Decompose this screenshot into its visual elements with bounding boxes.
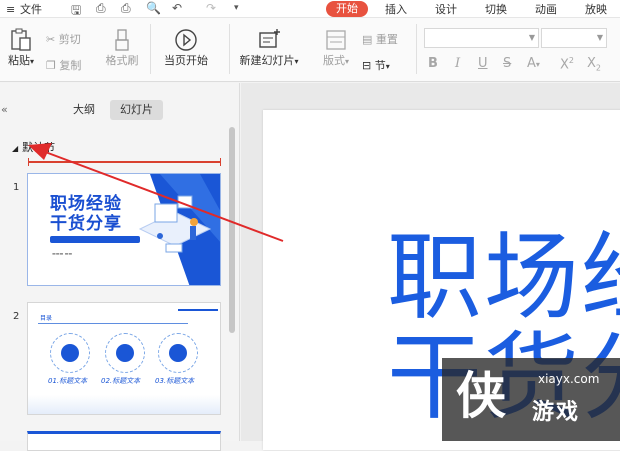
- file-menu-label: 文件: [20, 3, 42, 16]
- clipboard-icon: [11, 28, 31, 51]
- print-preview-icon[interactable]: 🔍: [146, 1, 161, 15]
- reset-label: 重置: [375, 33, 398, 46]
- file-menu[interactable]: ≡ 文件: [6, 1, 42, 17]
- bold-icon[interactable]: B: [428, 56, 438, 71]
- new-slide-icon: [259, 29, 280, 48]
- format-painter-label: 格式刷: [105, 54, 139, 67]
- play-from-current-button[interactable]: 当页开始: [158, 28, 214, 68]
- panel-scrollbar[interactable]: [229, 127, 235, 333]
- copy-icon: ❐: [46, 59, 56, 72]
- cut-label: 剪切: [58, 33, 81, 46]
- slide-thumbnail-3[interactable]: [27, 431, 221, 451]
- cut-button[interactable]: ✂ 剪切: [46, 31, 81, 47]
- slide-panel: « 大纲 幻灯片 ◢ 默认节 1 职场经验 干货分享 ▬▬▬ ▬▬ 2 目录 01.…: [0, 83, 240, 451]
- section-icon: ⊟: [362, 59, 372, 72]
- underline-icon[interactable]: U: [478, 56, 488, 71]
- toc-item: 01.标题文本: [48, 377, 88, 385]
- slide-thumbnail-1[interactable]: 职场经验 干货分享 ▬▬▬ ▬▬: [27, 173, 221, 286]
- divider: [150, 24, 151, 74]
- superscript-icon[interactable]: X2: [560, 56, 574, 72]
- wave-decoration: [28, 395, 220, 414]
- thumbnail-title: 职场经验 干货分享: [50, 194, 122, 234]
- tab-animation[interactable]: 动画: [535, 1, 557, 17]
- font-size-select[interactable]: ▼: [541, 28, 607, 48]
- scissors-icon: ✂: [46, 33, 56, 46]
- print-icon[interactable]: ⎙: [121, 1, 131, 16]
- tab-transition[interactable]: 切换: [485, 1, 507, 17]
- tab-slideshow[interactable]: 放映: [585, 1, 607, 17]
- copy-button[interactable]: ❐ 复制: [46, 57, 81, 73]
- thumbnail-heading: 目录: [40, 315, 53, 322]
- document-icon: [158, 333, 198, 373]
- new-slide-label: 新建幻灯片: [239, 54, 295, 67]
- tab-slides[interactable]: 幻灯片: [110, 100, 163, 120]
- divider: [229, 24, 230, 74]
- paste-label: 粘贴: [7, 54, 30, 67]
- watermark-name: 游戏: [532, 400, 581, 425]
- italic-icon[interactable]: I: [455, 56, 460, 71]
- slide-thumbnail-2[interactable]: 目录 01.标题文本 02.标题文本 03.标题文本: [27, 302, 221, 415]
- thumbnail-footer: ▬▬▬ ▬▬: [52, 251, 73, 256]
- layout-label: 版式: [322, 54, 345, 67]
- chevron-down-icon: ▼: [596, 33, 603, 42]
- watermark: 侠 xiayx.com 游戏: [442, 358, 620, 441]
- section-button[interactable]: ⊟ 节▾: [362, 57, 390, 73]
- new-slide-button[interactable]: 新建幻灯片▾: [236, 28, 302, 68]
- export-icon[interactable]: ⎙: [96, 1, 106, 16]
- copy-label: 复制: [59, 59, 82, 72]
- microphone-icon: [105, 333, 145, 373]
- isometric-illustration-icon: [138, 174, 220, 285]
- toc-item: 02.标题文本: [101, 377, 141, 385]
- paste-button[interactable]: 粘贴▾: [4, 28, 38, 68]
- watermark-logo: 侠: [456, 367, 506, 425]
- play-from-current-label: 当页开始: [164, 54, 208, 67]
- tab-insert[interactable]: 插入: [385, 1, 407, 17]
- layout-icon: [326, 30, 346, 50]
- more-dropdown-icon[interactable]: ▾: [234, 3, 239, 13]
- section-header[interactable]: ◢ 默认节: [12, 139, 55, 155]
- strikethrough-icon[interactable]: S: [503, 56, 511, 71]
- tab-design[interactable]: 设计: [435, 1, 457, 17]
- section-label: 节: [374, 59, 386, 72]
- brush-icon: [115, 29, 129, 51]
- toc-item: 03.标题文本: [155, 377, 195, 385]
- font-color-icon[interactable]: A▾: [527, 56, 540, 71]
- heading-underline: [38, 323, 188, 324]
- undo-icon[interactable]: ↶: [172, 1, 182, 15]
- ribbon-toolbar: 粘贴▾ ✂ 剪切 ❐ 复制 格式刷 当页开始 新建幻灯片▾ 版式▾ ▤ 重置 ⊟…: [0, 18, 620, 82]
- play-icon: [175, 29, 197, 51]
- slide-number: 2: [13, 311, 20, 322]
- watermark-site: xiayx.com: [538, 372, 600, 386]
- circle-icon: [50, 333, 90, 373]
- insertion-marker: [28, 158, 221, 166]
- redo-icon[interactable]: ↷: [206, 1, 216, 15]
- divider: [416, 24, 417, 74]
- menu-bar: ≡ 文件 🖫 ⎙ ⎙ 🔍 ↶ ↷ ▾ 开始 插入 设计 切换 动画 放映: [0, 0, 620, 18]
- layout-button[interactable]: 版式▾: [318, 28, 354, 68]
- slide-number: 1: [13, 182, 20, 193]
- section-name: 默认节: [22, 141, 56, 154]
- chevron-down-icon: ▼: [528, 33, 535, 42]
- subscript-icon[interactable]: X2: [587, 56, 601, 73]
- tab-outline[interactable]: 大纲: [63, 100, 105, 120]
- collapse-triangle-icon: ◢: [12, 144, 19, 153]
- hamburger-icon: ≡: [6, 3, 16, 16]
- decorative-bar: [178, 309, 218, 311]
- reset-icon: ▤: [362, 33, 373, 46]
- tab-home[interactable]: 开始: [326, 1, 368, 17]
- font-family-select[interactable]: ▼: [424, 28, 539, 48]
- reset-button[interactable]: ▤ 重置: [362, 31, 398, 47]
- format-painter-button[interactable]: 格式刷: [101, 28, 143, 68]
- collapse-panel-icon[interactable]: «: [1, 103, 8, 116]
